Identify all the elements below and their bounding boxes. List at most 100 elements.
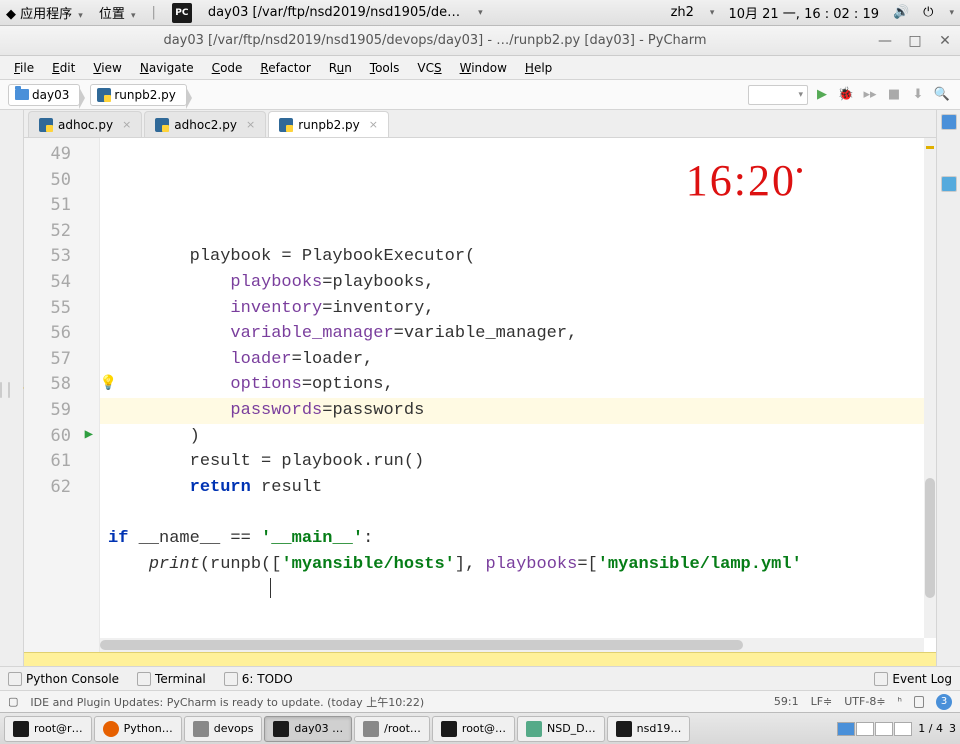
line-number-gutter[interactable]: 4950515253545556575859606162 ▶ 💡 — [24, 138, 100, 652]
maximize-button[interactable]: □ — [900, 33, 930, 49]
taskbar-item-3[interactable]: day03 … — [264, 716, 352, 742]
eventlog-icon — [874, 672, 888, 686]
tab-runpb2[interactable]: runpb2.py × — [268, 111, 389, 137]
bottom-tool-tabs: Python Console Terminal 6: TODO Event Lo… — [0, 666, 960, 690]
minimize-button[interactable]: — — [870, 33, 900, 49]
main-area: ★ adhoc.py × adhoc2.py × runpb2.py × 495… — [0, 110, 960, 666]
tab-adhoc[interactable]: adhoc.py × — [28, 111, 142, 137]
window-title: day03 [/var/ftp/nsd2019/nsd1905/devops/d… — [0, 33, 870, 48]
menu-refactor[interactable]: Refactor — [252, 58, 318, 78]
vcs-button[interactable]: ⬇ — [908, 85, 928, 105]
close-icon[interactable]: × — [369, 118, 378, 131]
toolwindow-toggle-icon[interactable]: ▢ — [8, 695, 18, 708]
cursor-position[interactable]: 59:1 — [774, 695, 799, 708]
git-branch[interactable]: ʰ — [898, 695, 902, 708]
taskbar-item-7[interactable]: nsd19… — [607, 716, 691, 742]
python-console-tab[interactable]: Python Console — [8, 672, 119, 686]
breadcrumb-strip — [24, 652, 936, 666]
terminal-icon — [441, 721, 457, 737]
run-configuration-select[interactable]: ▾ — [748, 85, 808, 105]
run-button[interactable]: ▶ — [812, 85, 832, 105]
power-icon[interactable]: ⏻ — [923, 5, 933, 20]
window-title-bar: day03 [/var/ftp/nsd2019/nsd1905/devops/d… — [0, 26, 960, 56]
readonly-lock-icon[interactable] — [914, 696, 924, 708]
editor-tabs: adhoc.py × adhoc2.py × runpb2.py × — [24, 110, 936, 138]
line-separator[interactable]: LF≑ — [811, 695, 833, 708]
error-stripe-mark[interactable] — [926, 146, 934, 149]
notification-badge[interactable]: 3 — [936, 694, 952, 710]
status-message[interactable]: IDE and Plugin Updates: PyCharm is ready… — [30, 694, 424, 710]
firefox-icon — [103, 721, 119, 737]
gnome-bottom-panel: root@r… Python… devops day03 … /root… ro… — [0, 712, 960, 744]
debug-button[interactable]: 🐞 — [836, 85, 856, 105]
menu-file[interactable]: FFileile — [6, 58, 42, 78]
code-editor[interactable]: 4950515253545556575859606162 ▶ 💡 16:20 p… — [24, 138, 936, 652]
gnome-top-panel: ◆ 应用程序 ▾ 位置 ▾ | PC day03 [/var/ftp/nsd20… — [0, 0, 960, 26]
menu-help[interactable]: Help — [517, 58, 560, 78]
file-encoding[interactable]: UTF-8≑ — [844, 695, 885, 708]
gedit-icon — [526, 721, 542, 737]
close-button[interactable]: ✕ — [930, 33, 960, 49]
terminal-icon — [137, 672, 151, 686]
ime-indicator[interactable]: zh2 — [671, 5, 694, 20]
todo-icon — [224, 672, 238, 686]
gnome-apps-menu[interactable]: ◆ 应用程序 ▾ — [6, 3, 83, 22]
todo-tab[interactable]: 6: TODO — [224, 672, 293, 686]
python-file-icon — [155, 118, 169, 132]
gnome-places-menu[interactable]: 位置 ▾ — [99, 3, 136, 22]
menu-edit[interactable]: Edit — [44, 58, 83, 78]
scrollbar-thumb[interactable] — [100, 640, 743, 650]
left-tool-stripe[interactable]: ★ — [0, 110, 24, 666]
terminal-tab[interactable]: Terminal — [137, 672, 206, 686]
taskbar-item-6[interactable]: NSD_D… — [517, 716, 605, 742]
overlay-annotation: 16:20 — [686, 168, 796, 194]
folder-icon — [15, 89, 29, 100]
trash-icon[interactable]: 3 — [949, 722, 956, 735]
close-icon[interactable]: × — [122, 118, 131, 131]
menu-code[interactable]: Code — [204, 58, 251, 78]
menu-tools[interactable]: Tools — [362, 58, 408, 78]
menu-navigate[interactable]: Navigate — [132, 58, 202, 78]
python-file-icon — [279, 118, 293, 132]
search-everywhere-button[interactable]: 🔍 — [932, 85, 952, 105]
project-tool-icon[interactable] — [0, 382, 2, 398]
event-log-tab[interactable]: Event Log — [874, 672, 952, 686]
workspace-switcher[interactable] — [837, 722, 912, 736]
menu-vcs[interactable]: VCS — [409, 58, 449, 78]
taskbar-item-1[interactable]: Python… — [94, 716, 182, 742]
taskbar-item-4[interactable]: /root… — [354, 716, 430, 742]
main-menu-bar: FFileile Edit View Navigate Code Refacto… — [0, 56, 960, 80]
coverage-button[interactable]: ▸▸ — [860, 85, 880, 105]
menu-window[interactable]: Window — [452, 58, 515, 78]
right-tool-stripe[interactable] — [936, 110, 960, 666]
horizontal-scrollbar[interactable] — [100, 638, 924, 652]
run-gutter-icon[interactable]: ▶ — [85, 422, 93, 448]
text-cursor — [270, 578, 271, 598]
stop-button[interactable]: ■ — [884, 85, 904, 105]
menu-run[interactable]: Run — [321, 58, 360, 78]
taskbar-item-5[interactable]: root@… — [432, 716, 515, 742]
taskbar-item-0[interactable]: root@r… — [4, 716, 92, 742]
python-icon — [8, 672, 22, 686]
structure-tool-icon[interactable] — [8, 382, 10, 398]
navigation-toolbar: day03 runpb2.py ▾ ▶ 🐞 ▸▸ ■ ⬇ 🔍 — [0, 80, 960, 110]
database-tool-icon[interactable] — [941, 114, 957, 130]
workspace-label: 1 / 4 — [918, 722, 943, 735]
pycharm-icon — [273, 721, 289, 737]
taskbar-item-2[interactable]: devops — [184, 716, 263, 742]
code-content[interactable]: playbook = PlaybookExecutor( playbooks=p… — [108, 244, 936, 577]
close-icon[interactable]: × — [246, 118, 255, 131]
overlay-dot — [797, 168, 802, 173]
breadcrumb-file[interactable]: runpb2.py — [90, 84, 187, 106]
sciview-tool-icon[interactable] — [941, 176, 957, 192]
breadcrumb-folder[interactable]: day03 — [8, 84, 80, 106]
terminal-icon — [616, 721, 632, 737]
tab-adhoc2[interactable]: adhoc2.py × — [144, 111, 266, 137]
gnome-window-title[interactable]: day03 [/var/ftp/nsd2019/nsd1905/de… — [208, 5, 460, 20]
python-file-icon — [39, 118, 53, 132]
clock[interactable]: 10月 21 一, 16 : 02 : 19 — [728, 3, 879, 22]
python-file-icon — [97, 88, 111, 102]
volume-icon[interactable]: 🔊 — [893, 5, 909, 20]
menu-view[interactable]: View — [85, 58, 129, 78]
pycharm-taskbar-icon[interactable]: PC — [172, 3, 192, 23]
